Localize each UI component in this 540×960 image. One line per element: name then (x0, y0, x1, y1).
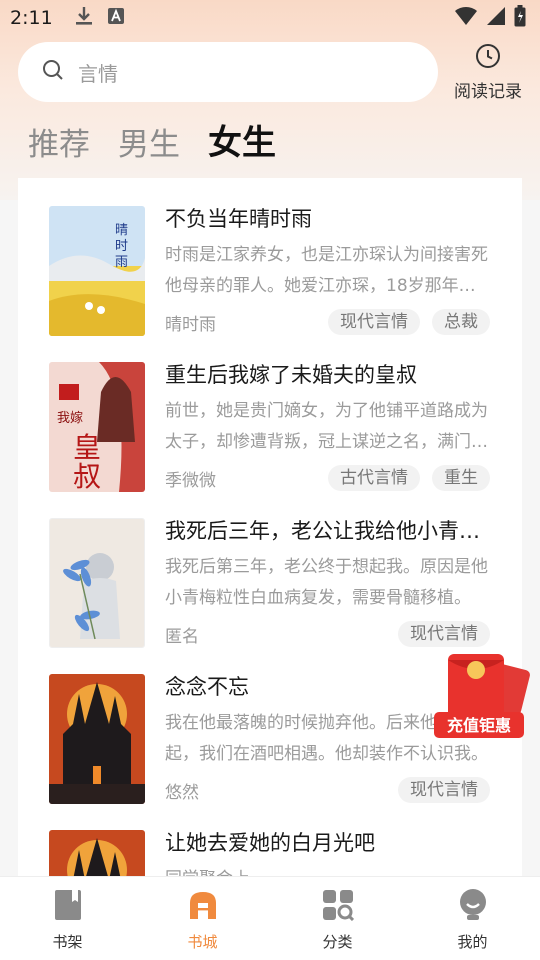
category-icon (322, 889, 354, 925)
bookstore-icon (187, 889, 219, 925)
nav-item-profile[interactable]: 我的 (405, 877, 540, 960)
book-description: 时雨是江家养女，也是江亦琛认为间接害死他母亲的罪人。她爱江亦琛，18岁那年把自己… (165, 245, 488, 296)
bottom-navigation: 书架 书城 分类 我的 (0, 876, 540, 960)
book-list: 晴 时 雨 不负当年晴时雨 时雨是江家养女，也是江亦琛认为间接害死他母亲的罪人。… (18, 178, 522, 876)
nav-label: 分类 (322, 933, 353, 951)
search-icon (42, 59, 64, 85)
book-cover (49, 830, 145, 876)
list-item[interactable]: 让她去爱她的白月光吧 同学聚会上 (18, 802, 522, 876)
recharge-promo-button[interactable]: 充值钜惠 (428, 648, 530, 740)
book-author: 匿名 (165, 626, 199, 647)
nav-item-bookshelf[interactable]: 书架 (0, 877, 135, 960)
book-cover (49, 518, 145, 648)
app-notification-icon (107, 7, 125, 29)
book-tag: 现代言情 (328, 309, 420, 335)
wifi-icon (454, 6, 478, 30)
channel-tabs: 推荐 男生 女生 (28, 116, 276, 164)
tab-male[interactable]: 男生 (118, 119, 180, 164)
nav-item-category[interactable]: 分类 (270, 877, 405, 960)
clock-icon (475, 43, 501, 73)
book-tag: 古代言情 (328, 465, 420, 491)
search-placeholder: 言情 (78, 61, 118, 86)
list-item[interactable]: 我嫁 皇 叔 重生后我嫁了未婚夫的皇叔 前世，她是贵门嫡女，为了他铺平道路成为太… (18, 334, 522, 492)
svg-text:时: 时 (115, 239, 128, 254)
book-tag: 现代言情 (398, 777, 490, 803)
nav-label: 书城 (187, 933, 218, 951)
status-bar: 2:11 (0, 0, 540, 36)
nav-label: 书架 (52, 933, 83, 951)
tab-female[interactable]: 女生 (208, 115, 276, 164)
bookshelf-icon (54, 889, 82, 925)
book-title: 重生后我嫁了未婚夫的皇叔 (165, 363, 417, 387)
book-tag: 重生 (432, 465, 490, 491)
book-description: 我死后第三年，老公终于想起我。原因是他小青梅粒性白血病复发，需要骨髓移植。 (165, 557, 488, 608)
svg-text:雨: 雨 (115, 255, 128, 270)
svg-text:晴: 晴 (115, 223, 128, 238)
book-description: 同学聚会上 (165, 864, 490, 876)
promo-label: 充值钜惠 (447, 716, 511, 735)
book-title: 我死后三年，老公让我给他小青梅捐骨髓 (165, 519, 490, 543)
nav-item-bookstore[interactable]: 书城 (135, 877, 270, 960)
search-input[interactable]: 言情 (18, 42, 438, 102)
download-icon (75, 6, 93, 30)
book-tag: 总裁 (432, 309, 490, 335)
book-title: 不负当年晴时雨 (165, 207, 312, 231)
nav-label: 我的 (457, 933, 488, 951)
reading-history-button[interactable]: 阅读记录 (448, 43, 528, 102)
book-cover: 我嫁 皇 叔 (49, 362, 145, 492)
book-title: 让她去爱她的白月光吧 (165, 831, 375, 855)
reading-history-label: 阅读记录 (454, 81, 522, 102)
svg-text:我嫁: 我嫁 (57, 411, 83, 426)
book-author: 季微微 (165, 470, 216, 491)
tab-recommend[interactable]: 推荐 (28, 119, 90, 164)
book-cover (49, 674, 145, 804)
book-description: 前世，她是贵门嫡女，为了他铺平道路成为太子，却惨遭背叛，冠上谋逆之名，满门抄斩。 (165, 401, 488, 452)
list-item[interactable]: 我死后三年，老公让我给他小青梅捐骨髓 我死后第三年，老公终于想起我。原因是他小青… (18, 490, 522, 648)
status-time: 2:11 (10, 7, 53, 29)
book-cover: 晴 时 雨 (49, 206, 145, 336)
list-item[interactable]: 晴 时 雨 不负当年晴时雨 时雨是江家养女，也是江亦琛认为间接害死他母亲的罪人。… (18, 178, 522, 336)
book-author: 晴时雨 (165, 314, 216, 335)
svg-text:叔: 叔 (73, 460, 101, 492)
book-tag: 现代言情 (398, 621, 490, 647)
book-author: 悠然 (165, 782, 199, 803)
signal-icon (486, 6, 506, 30)
profile-icon (458, 889, 488, 925)
battery-icon (514, 5, 526, 31)
